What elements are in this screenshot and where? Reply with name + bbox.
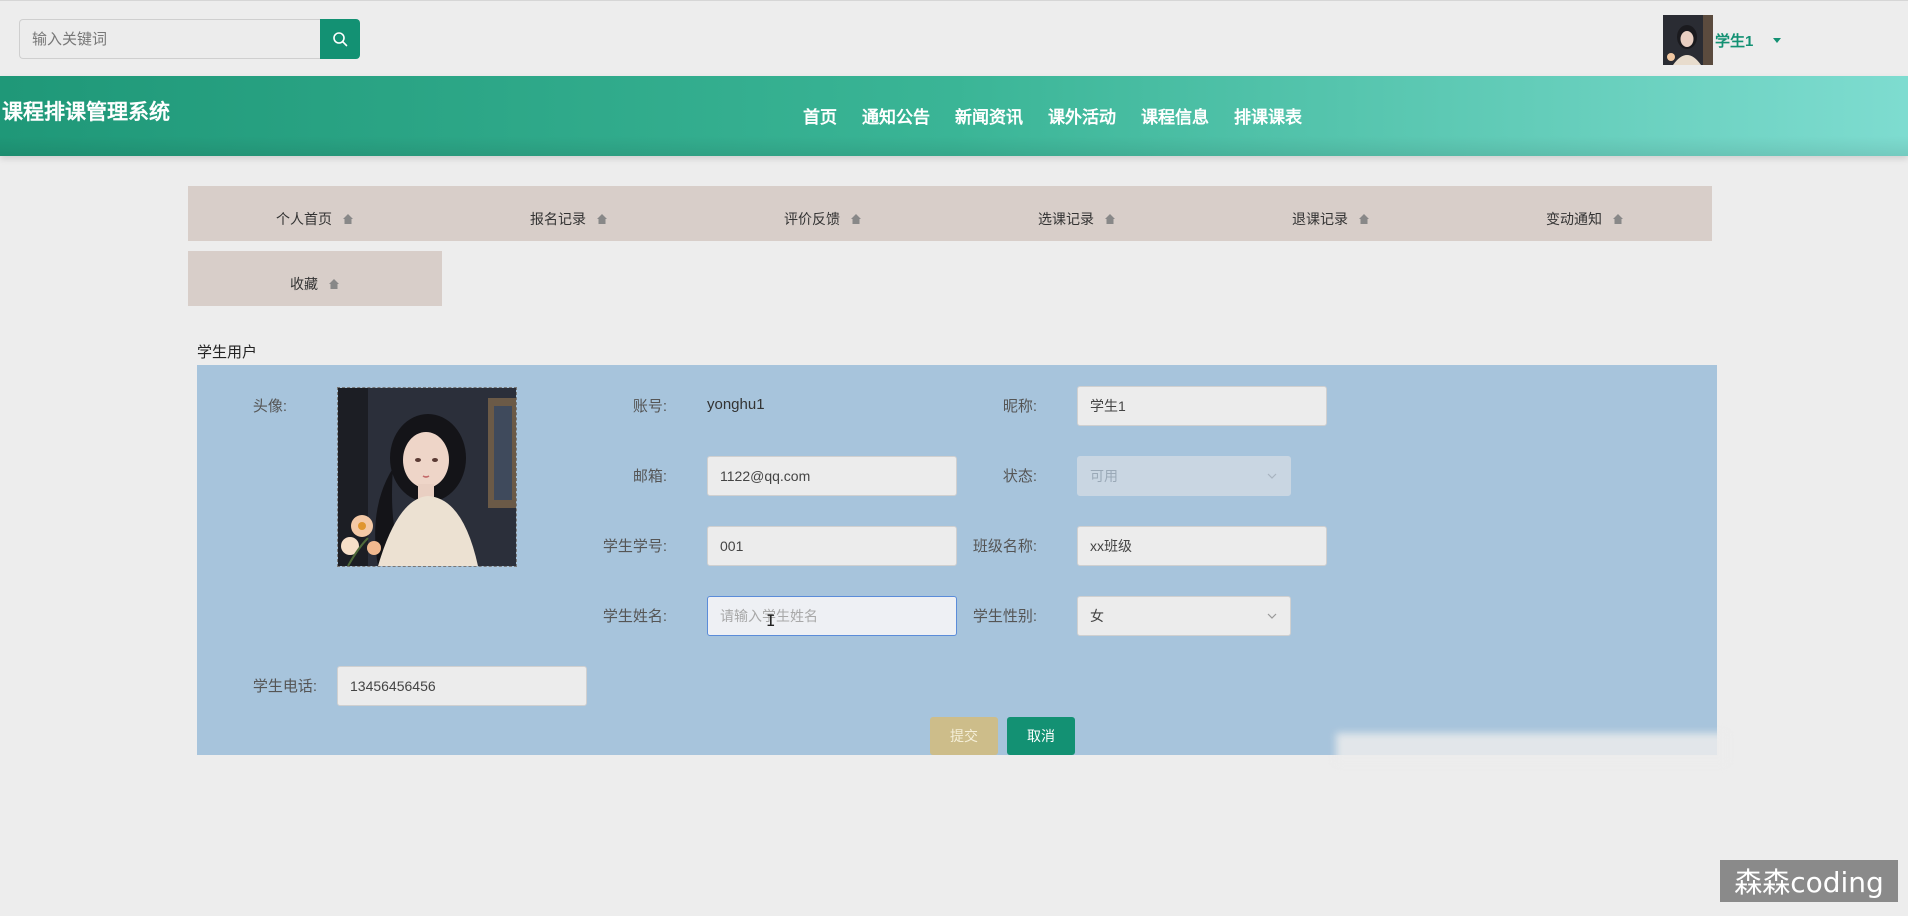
user-submenu: 个人首页 报名记录 评价反馈 选课记录 退课记录 变动通知 — [188, 186, 1712, 241]
account-label: 账号: — [632, 398, 667, 415]
section-title: 学生用户 — [197, 344, 258, 361]
user-name[interactable]: 学生1 — [1715, 30, 1753, 51]
class-value: xx班级 — [1090, 538, 1132, 554]
user-menu[interactable]: 学生1 — [1663, 15, 1782, 65]
account-value: yonghu1 — [707, 396, 765, 413]
class-field[interactable]: xx班级 — [1077, 526, 1327, 566]
text-cursor-icon: I — [766, 611, 776, 630]
user-submenu-row-2: 收藏 — [188, 251, 442, 306]
status-label: 状态: — [1002, 468, 1037, 485]
blurred-overlay — [1336, 733, 1726, 763]
home-icon — [1359, 213, 1369, 224]
chevron-down-icon — [1267, 613, 1277, 619]
home-icon — [1613, 213, 1623, 224]
home-icon — [343, 213, 353, 224]
status-select[interactable]: 可用 — [1077, 456, 1291, 496]
email-label: 邮箱: — [632, 468, 667, 485]
search-icon — [333, 32, 348, 47]
submenu-item-label: 退课记录 — [1292, 210, 1348, 227]
student-name-field[interactable]: 请输入学生姓名 — [707, 596, 957, 636]
nickname-value: 学生1 — [1090, 398, 1126, 414]
student-no-label: 学生学号: — [602, 538, 667, 555]
nickname-label: 昵称: — [1002, 398, 1037, 415]
email-field[interactable]: 1122@qq.com — [707, 456, 957, 496]
student-name-label: 学生姓名: — [602, 608, 667, 625]
gender-label: 学生性别: — [972, 608, 1037, 625]
search-input[interactable] — [19, 19, 320, 59]
submenu-item-course-drop[interactable]: 退课记录 — [1204, 186, 1458, 241]
chevron-down-icon[interactable] — [1773, 37, 1782, 43]
nav-item-schedule[interactable]: 排课课表 — [1234, 103, 1302, 128]
nav-item-news[interactable]: 新闻资讯 — [955, 103, 1023, 128]
submenu-item-favorites[interactable]: 收藏 — [188, 251, 442, 306]
submenu-item-label: 变动通知 — [1546, 210, 1602, 227]
nickname-field[interactable]: 学生1 — [1077, 386, 1327, 426]
nav-item-home[interactable]: 首页 — [803, 103, 837, 128]
home-icon — [851, 213, 861, 224]
phone-label: 学生电话: — [252, 678, 317, 695]
submenu-item-label: 选课记录 — [1038, 210, 1094, 227]
site-title: 课程排课管理系统 — [2, 100, 170, 124]
email-value: 1122@qq.com — [720, 468, 811, 484]
watermark: 森森coding — [1720, 860, 1898, 902]
top-bar: 学生1 — [0, 0, 1908, 76]
gender-value: 女 — [1090, 608, 1104, 624]
phone-value: 13456456456 — [350, 678, 436, 694]
home-icon — [1105, 213, 1115, 224]
gender-select[interactable]: 女 — [1077, 596, 1291, 636]
site-header: 课程排课管理系统 首页 通知公告 新闻资讯 课外活动 课程信息 排课课表 — [0, 76, 1908, 156]
avatar[interactable] — [1663, 15, 1713, 65]
student-no-field[interactable]: 001 — [707, 526, 957, 566]
submenu-item-label: 个人首页 — [276, 210, 332, 227]
nav-item-notices[interactable]: 通知公告 — [862, 103, 930, 128]
main-nav: 首页 通知公告 新闻资讯 课外活动 课程信息 排课课表 — [803, 103, 1327, 128]
header-shade — [0, 136, 1908, 156]
chevron-down-icon — [1267, 473, 1277, 479]
avatar-upload[interactable] — [337, 387, 517, 567]
student-no-value: 001 — [720, 538, 744, 554]
search-button[interactable] — [320, 19, 360, 59]
search-box — [19, 19, 360, 59]
submenu-item-change-notice[interactable]: 变动通知 — [1458, 186, 1712, 241]
submenu-item-course-selection[interactable]: 选课记录 — [950, 186, 1204, 241]
submenu-item-profile[interactable]: 个人首页 — [188, 186, 442, 241]
submenu-item-label: 收藏 — [290, 275, 318, 292]
submit-button[interactable]: 提交 — [930, 717, 998, 755]
profile-form: 头像: 账号: yonghu1 昵称: 学生1 邮箱: 1122@qq.com … — [197, 365, 1717, 755]
nav-item-activities[interactable]: 课外活动 — [1048, 103, 1116, 128]
nav-item-courses[interactable]: 课程信息 — [1141, 103, 1209, 128]
cancel-button[interactable]: 取消 — [1007, 717, 1075, 755]
status-value: 可用 — [1090, 468, 1118, 484]
submenu-item-label: 评价反馈 — [784, 210, 840, 227]
home-icon — [597, 213, 607, 224]
class-label: 班级名称: — [972, 538, 1037, 555]
submenu-item-registrations[interactable]: 报名记录 — [442, 186, 696, 241]
avatar-label: 头像: — [252, 398, 287, 415]
home-icon — [329, 278, 339, 289]
submenu-item-label: 报名记录 — [530, 210, 586, 227]
phone-field[interactable]: 13456456456 — [337, 666, 587, 706]
submenu-item-feedback[interactable]: 评价反馈 — [696, 186, 950, 241]
